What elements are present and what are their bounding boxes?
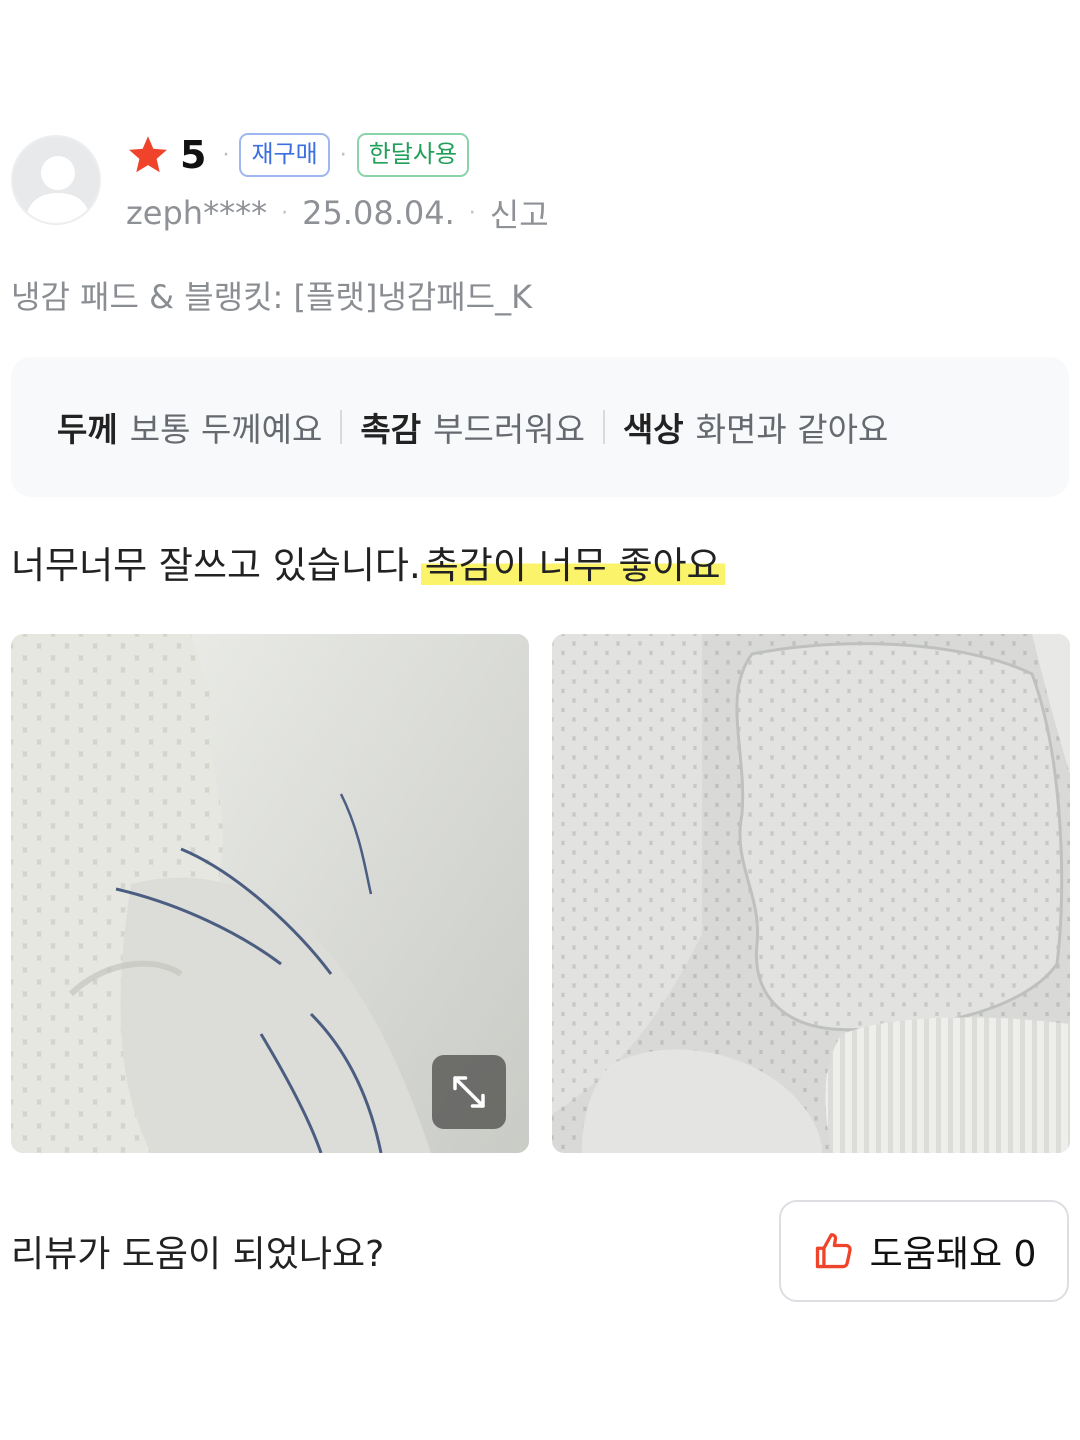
separator-dot: · bbox=[339, 142, 347, 168]
expand-photo-button[interactable] bbox=[432, 1055, 506, 1129]
rating-score: 5 bbox=[180, 133, 207, 177]
review-body: 너무너무 잘쓰고 있습니다. 촉감이 너무 좋아요 bbox=[11, 535, 725, 589]
divider bbox=[602, 410, 605, 444]
expand-icon bbox=[453, 1076, 485, 1108]
star-icon bbox=[129, 136, 167, 173]
attribute-summary: 두께 보통 두께예요 촉감 부드러워요 색상 화면과 같아요 bbox=[11, 357, 1069, 497]
avatar bbox=[11, 135, 101, 225]
purchased-option: 냉감 패드 & 블랭킷: [플랫]냉감패드_K bbox=[11, 278, 533, 316]
review-card: 5 · 재구매 · 한달사용 zeph**** · 25.08.04. · 신고… bbox=[0, 0, 1080, 1440]
repurchase-badge: 재구매 bbox=[239, 133, 330, 177]
photo-pillow-image bbox=[552, 634, 1070, 1153]
helpful-text: 도움돼요 bbox=[869, 1234, 1003, 1275]
attribute-value: 부드러워요 bbox=[433, 410, 585, 449]
attribute-texture: 촉감 부드러워요 bbox=[360, 403, 585, 451]
helpful-label: 도움돼요 0 bbox=[870, 1225, 1037, 1277]
helpful-count: 0 bbox=[1013, 1234, 1037, 1275]
separator-dot: · bbox=[281, 200, 289, 226]
divider bbox=[340, 410, 343, 444]
month-use-badge: 한달사용 bbox=[356, 133, 470, 177]
review-photo-2[interactable] bbox=[552, 634, 1070, 1153]
review-meta: zeph**** · 25.08.04. · 신고 bbox=[126, 190, 549, 236]
thumbs-up-icon bbox=[815, 1233, 852, 1269]
helpful-question: 리뷰가 도움이 되었나요? bbox=[11, 1234, 385, 1275]
user-silhouette-icon bbox=[13, 137, 99, 223]
review-highlight: 촉감이 너무 좋아요 bbox=[420, 544, 725, 587]
attribute-value: 보통 두께예요 bbox=[129, 410, 323, 449]
review-photo-1[interactable] bbox=[11, 634, 529, 1153]
attribute-key: 촉감 bbox=[360, 410, 422, 449]
attribute-color: 색상 화면과 같아요 bbox=[623, 403, 888, 451]
separator-dot: · bbox=[468, 200, 476, 226]
attribute-thickness: 두께 보통 두께예요 bbox=[57, 403, 322, 451]
helpful-button[interactable]: 도움돼요 0 bbox=[779, 1200, 1069, 1302]
attribute-key: 두께 bbox=[57, 410, 118, 449]
report-link[interactable]: 신고 bbox=[490, 190, 549, 236]
separator-dot: · bbox=[222, 142, 230, 168]
attribute-value: 화면과 같아요 bbox=[695, 410, 889, 449]
username: zeph**** bbox=[126, 194, 268, 232]
review-text: 너무너무 잘쓰고 있습니다. bbox=[11, 544, 421, 587]
rating-row: 5 · 재구매 · 한달사용 bbox=[126, 130, 470, 180]
attribute-key: 색상 bbox=[622, 410, 684, 449]
review-date: 25.08.04. bbox=[302, 194, 455, 232]
